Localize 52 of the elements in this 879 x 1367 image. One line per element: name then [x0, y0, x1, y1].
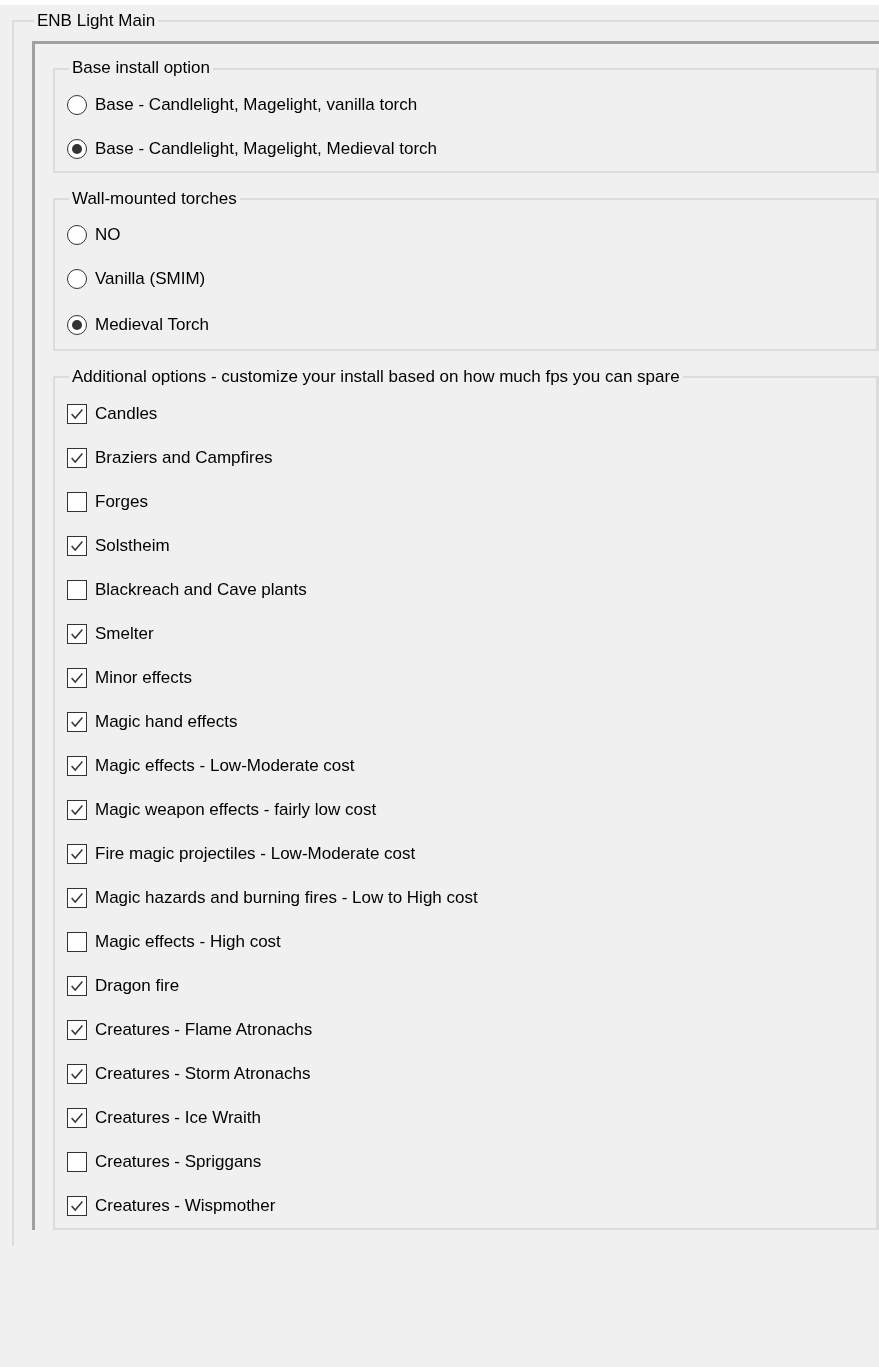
- checkbox[interactable]: [67, 535, 87, 556]
- checkbox[interactable]: [67, 843, 87, 864]
- radio-button[interactable]: [67, 138, 87, 159]
- radio-button[interactable]: [67, 315, 87, 336]
- option-group-title: Base install option: [71, 58, 211, 79]
- checkbox[interactable]: [67, 1063, 87, 1084]
- radio-option[interactable]: NO: [67, 213, 876, 258]
- checkbox-option[interactable]: Solstheim: [67, 523, 876, 568]
- checkbox[interactable]: [67, 1107, 87, 1128]
- checkbox[interactable]: [67, 579, 87, 600]
- checkbox-option[interactable]: Magic effects - High cost: [67, 919, 876, 964]
- radio-button[interactable]: [67, 225, 87, 246]
- checkbox[interactable]: [67, 711, 87, 732]
- checkbox[interactable]: [67, 887, 87, 908]
- checkbox[interactable]: [67, 403, 87, 424]
- option-group-title: Wall-mounted torches: [71, 188, 238, 210]
- checkbox[interactable]: [67, 667, 87, 688]
- radio-option[interactable]: Vanilla (SMIM): [67, 257, 876, 302]
- group-title: ENB Light Main: [36, 11, 157, 32]
- checkbox-option[interactable]: Blackreach and Cave plants: [67, 567, 876, 612]
- checkbox[interactable]: [67, 491, 87, 512]
- checkbox-option[interactable]: Creatures - Spriggans: [67, 1139, 876, 1184]
- checkbox-option[interactable]: Braziers and Campfires: [67, 435, 876, 480]
- radio-button[interactable]: [67, 94, 87, 115]
- checkbox-option[interactable]: Creatures - Ice Wraith: [67, 1095, 876, 1140]
- checkbox-option[interactable]: Smelter: [67, 611, 876, 656]
- checkbox[interactable]: [67, 1019, 87, 1040]
- checkbox-option[interactable]: Fire magic projectiles - Low-Moderate cost: [67, 831, 876, 876]
- checkbox-option[interactable]: Minor effects: [67, 655, 876, 700]
- checkbox[interactable]: [67, 975, 87, 996]
- radio-option[interactable]: Base - Candlelight, Magelight, vanilla torch: [67, 82, 876, 127]
- checkbox[interactable]: [67, 1195, 87, 1216]
- checkbox[interactable]: [67, 447, 87, 468]
- checkbox[interactable]: [67, 1151, 87, 1172]
- checkbox-option[interactable]: Creatures - Flame Atronachs: [67, 1007, 876, 1052]
- radio-button[interactable]: [67, 269, 87, 290]
- checkbox-option[interactable]: Forges: [67, 479, 876, 524]
- checkbox[interactable]: [67, 623, 87, 644]
- checkbox-option[interactable]: Dragon fire: [67, 963, 876, 1008]
- checkbox-option[interactable]: Magic hazards and burning fires - Low to High cost: [67, 875, 876, 920]
- option-group-title: Additional options - customize your install based on how much fps you can spare: [71, 367, 681, 388]
- checkbox-option[interactable]: Candles: [67, 391, 876, 436]
- checkbox-option[interactable]: Creatures - Storm Atronachs: [67, 1051, 876, 1096]
- checkbox[interactable]: [67, 755, 87, 776]
- checkbox-option[interactable]: Magic weapon effects - fairly low cost: [67, 787, 876, 832]
- checkbox[interactable]: [67, 931, 87, 952]
- radio-option[interactable]: Base - Candlelight, Magelight, Medieval torch: [67, 126, 876, 171]
- checkbox-option[interactable]: Magic hand effects: [67, 699, 876, 744]
- checkbox[interactable]: [67, 799, 87, 820]
- radio-option[interactable]: Medieval Torch: [67, 301, 876, 350]
- checkbox-option[interactable]: Magic effects - Low-Moderate cost: [67, 743, 876, 788]
- checkbox-option[interactable]: Creatures - Wispmother: [67, 1183, 876, 1228]
